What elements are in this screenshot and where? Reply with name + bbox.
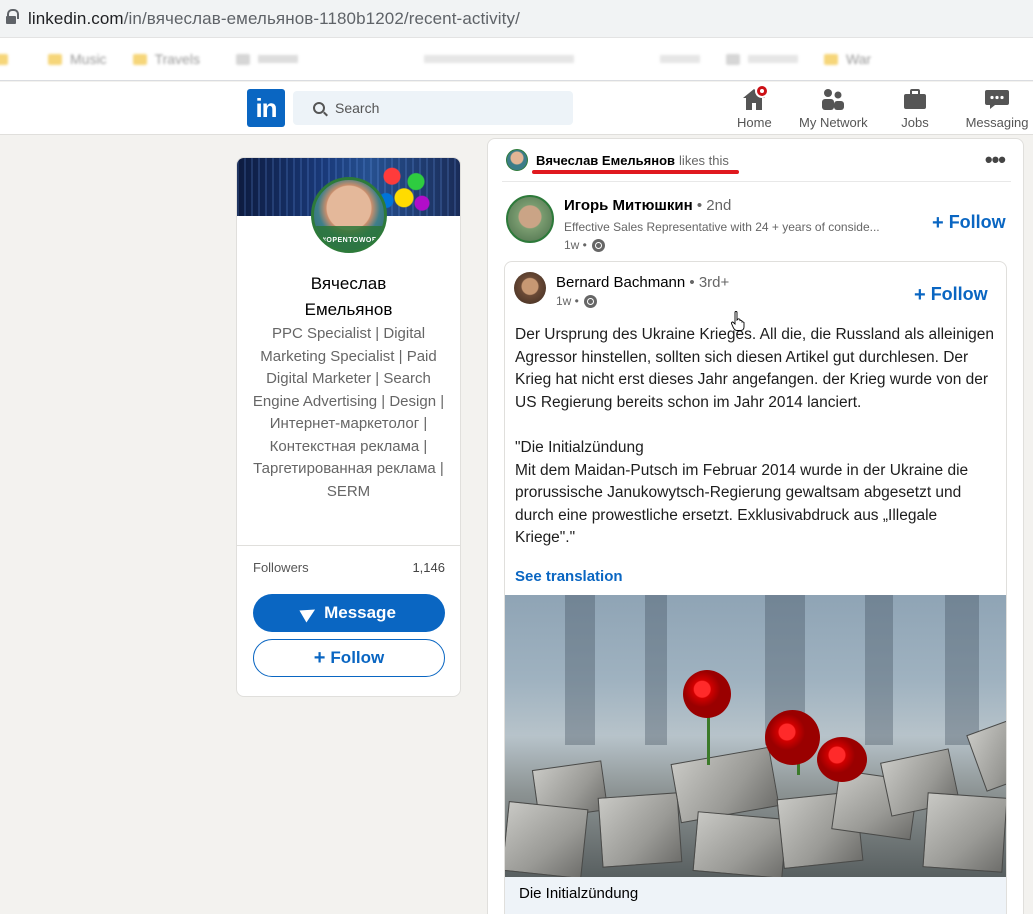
liker-avatar[interactable] <box>506 149 528 171</box>
briefcase-icon <box>901 86 929 112</box>
divider <box>237 545 460 546</box>
follow-label: Follow <box>948 212 1006 232</box>
actor-follow-button[interactable]: + Follow <box>932 212 1006 233</box>
search-input[interactable]: Search <box>335 100 379 116</box>
bookmark-blurred[interactable] <box>725 53 798 65</box>
liker-verb: likes this <box>679 152 729 168</box>
feed-post-card: Вячеслав Емельянов likes this ••• Игорь … <box>487 138 1024 914</box>
follow-label: Follow <box>930 284 988 304</box>
divider <box>502 181 1011 182</box>
bookmark-label: War <box>845 51 872 67</box>
shared-time: 1w • <box>556 294 579 308</box>
network-icon <box>819 86 847 112</box>
shared-follow-button[interactable]: + Follow <box>914 284 988 305</box>
hand-cursor-icon <box>731 311 745 331</box>
bookmark-label: Music <box>70 51 107 67</box>
annotation-underline <box>532 170 739 174</box>
shared-actor-degree: • 3rd+ <box>689 274 730 291</box>
nav-my-network[interactable]: My Network <box>799 86 868 130</box>
actor-subtitle: Effective Sales Representative with 24 +… <box>564 220 880 234</box>
profile-card: #OPENTOWORK Вячеслав Емельянов PPC Speci… <box>236 157 461 697</box>
actor-avatar[interactable] <box>506 195 554 243</box>
nav-messaging[interactable]: Messaging <box>963 86 1031 130</box>
bookmark-blurred[interactable] <box>659 55 700 63</box>
bookmark-war[interactable]: War <box>823 51 872 67</box>
bookmark-label: Travels <box>154 51 200 67</box>
profile-name[interactable]: Вячеслав Емельянов <box>237 271 460 323</box>
plus-icon: + <box>313 647 326 669</box>
nav-home[interactable]: Home <box>737 84 772 130</box>
folder-icon <box>725 53 740 65</box>
nav-messaging-label: Messaging <box>965 115 1029 130</box>
nav-jobs-label: Jobs <box>901 115 929 130</box>
home-icon <box>740 84 770 112</box>
messaging-icon <box>983 86 1011 112</box>
bookmarks-bar: Music Travels War <box>0 38 1033 81</box>
linkedin-top-nav: in Search Home My Network Jobs Messaging <box>0 82 1033 135</box>
browser-url-bar[interactable]: linkedin.com/in/вячеслав-емельянов-1180b… <box>0 0 1033 38</box>
more-options-icon[interactable]: ••• <box>985 149 1006 171</box>
post-text: Der Ursprung des Ukraine Krieges. All di… <box>515 326 995 547</box>
follow-button-label: Follow <box>330 648 385 667</box>
profile-avatar[interactable]: #OPENTOWORK <box>311 177 387 253</box>
bookmark-blurred[interactable] <box>423 55 574 63</box>
post-image[interactable] <box>505 595 1006 877</box>
bookmark-travels[interactable]: Travels <box>132 51 200 67</box>
search-icon <box>313 102 325 114</box>
actor-name-row[interactable]: Игорь Митюшкин • 2nd <box>564 197 731 214</box>
followers-count: 1,146 <box>412 560 445 575</box>
search-box[interactable]: Search <box>293 91 573 125</box>
actor-name[interactable]: Игорь Митюшкин <box>564 197 693 214</box>
message-button-label: Message <box>324 603 396 622</box>
shared-timestamp: 1w • <box>556 294 597 308</box>
url-host: linkedin.com <box>28 8 124 28</box>
url-path: /in/вячеслав-емельянов-1180b1202/recent-… <box>123 8 520 28</box>
linkedin-logo[interactable]: in <box>247 89 285 127</box>
folder-icon <box>132 53 147 65</box>
actor-time: 1w • <box>564 238 587 252</box>
globe-icon <box>591 238 605 252</box>
folder-icon <box>823 53 838 65</box>
liker-name[interactable]: Вячеслав Емельянов <box>536 153 675 168</box>
nav-my-network-label: My Network <box>799 115 868 130</box>
shared-actor-name-row[interactable]: Bernard Bachmann • 3rd+ <box>556 274 729 291</box>
bookmark-music[interactable]: Music <box>48 51 107 67</box>
profile-headline: PPC Specialist | Digital Marketing Speci… <box>252 325 445 500</box>
shared-actor-name[interactable]: Bernard Bachmann <box>556 274 685 291</box>
profile-follow-button[interactable]: + Follow <box>253 639 445 677</box>
plus-icon: + <box>914 283 926 306</box>
folder-icon <box>0 53 8 65</box>
plus-icon: + <box>932 211 944 234</box>
send-icon <box>299 603 319 623</box>
followers-row: Followers 1,146 <box>253 560 445 575</box>
nav-home-label: Home <box>737 115 772 130</box>
see-translation-link[interactable]: See translation <box>515 568 623 585</box>
actor-timestamp: 1w • <box>564 238 605 252</box>
image-caption[interactable]: Die Initialzündung <box>505 877 1006 914</box>
bookmark-blurred[interactable] <box>235 53 298 65</box>
shared-post: Bernard Bachmann • 3rd+ 1w • + Follow De… <box>504 261 1007 914</box>
url-text[interactable]: linkedin.com/in/вячеслав-емельянов-1180b… <box>28 9 520 29</box>
followers-label: Followers <box>253 560 309 575</box>
shared-actor-avatar[interactable] <box>514 272 546 304</box>
open-to-work-ring: #OPENTOWORK <box>322 237 383 244</box>
social-context-header: Вячеслав Емельянов likes this <box>506 149 729 171</box>
folder-icon <box>48 53 62 65</box>
image-caption-text: Die Initialzündung <box>519 885 639 902</box>
actor-degree: • 2nd <box>696 197 732 214</box>
nav-jobs[interactable]: Jobs <box>901 86 929 130</box>
message-button[interactable]: Message <box>253 594 445 632</box>
bookmark-item[interactable] <box>0 53 22 65</box>
folder-icon <box>235 53 250 65</box>
globe-icon <box>583 294 597 308</box>
lock-icon <box>6 8 19 24</box>
